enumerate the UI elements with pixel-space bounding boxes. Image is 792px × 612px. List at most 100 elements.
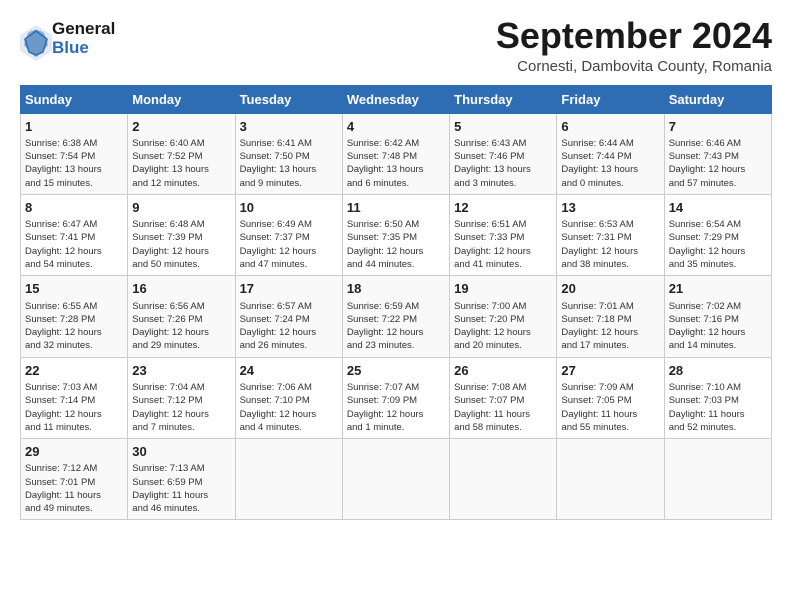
calendar-table: SundayMondayTuesdayWednesdayThursdayFrid… (20, 85, 772, 521)
calendar-cell: 22Sunrise: 7:03 AM Sunset: 7:14 PM Dayli… (21, 357, 128, 438)
calendar-cell: 12Sunrise: 6:51 AM Sunset: 7:33 PM Dayli… (450, 194, 557, 275)
calendar-cell: 9Sunrise: 6:48 AM Sunset: 7:39 PM Daylig… (128, 194, 235, 275)
day-number: 21 (669, 280, 767, 298)
day-number: 11 (347, 199, 445, 217)
calendar-cell: 19 Sunrise: 7:00 AM Sunset: 7:20 PM Dayli… (450, 276, 557, 357)
day-number: 13 (561, 199, 659, 217)
day-number: 8 (25, 199, 123, 217)
day-info: Sunrise: 7:13 AM Sunset: 6:59 PM Dayligh… (132, 462, 230, 515)
day-number: 16 (132, 280, 230, 298)
calendar-cell: 17Sunrise: 6:57 AM Sunset: 7:24 PM Dayli… (235, 276, 342, 357)
day-info: Sunrise: 6:41 AM Sunset: 7:50 PM Dayligh… (240, 137, 338, 190)
calendar-cell: 10Sunrise: 6:49 AM Sunset: 7:37 PM Dayli… (235, 194, 342, 275)
header-day-thursday: Thursday (450, 85, 557, 113)
day-number: 7 (669, 118, 767, 136)
calendar-cell: 3Sunrise: 6:41 AM Sunset: 7:50 PM Daylig… (235, 113, 342, 194)
day-number: 28 (669, 362, 767, 380)
calendar-cell: 21Sunrise: 7:02 AM Sunset: 7:16 PM Dayli… (664, 276, 771, 357)
header-row: SundayMondayTuesdayWednesdayThursdayFrid… (21, 85, 772, 113)
calendar-cell (235, 439, 342, 520)
day-number: 22 (25, 362, 123, 380)
logo-line1: General (52, 20, 115, 39)
calendar-cell: 8Sunrise: 6:47 AM Sunset: 7:41 PM Daylig… (21, 194, 128, 275)
day-number: 25 (347, 362, 445, 380)
calendar-cell: 16 Sunrise: 6:56 AM Sunset: 7:26 PM Dayli… (128, 276, 235, 357)
logo: General Blue (20, 20, 115, 57)
day-number: 10 (240, 199, 338, 217)
day-info: Sunrise: 7:07 AM Sunset: 7:09 PM Dayligh… (347, 381, 445, 434)
calendar-cell: 29Sunrise: 7:12 AM Sunset: 7:01 PM Dayli… (21, 439, 128, 520)
header-day-monday: Monday (128, 85, 235, 113)
day-info: Sunrise: 6:56 AM Sunset: 7:26 PM Dayligh… (132, 300, 230, 353)
day-number: 15 (25, 280, 123, 298)
day-number: 29 (25, 443, 123, 461)
day-info: Sunrise: 6:43 AM Sunset: 7:46 PM Dayligh… (454, 137, 552, 190)
day-info: Sunrise: 6:47 AM Sunset: 7:41 PM Dayligh… (25, 218, 123, 271)
calendar-cell: 7Sunrise: 6:46 AM Sunset: 7:43 PM Daylig… (664, 113, 771, 194)
day-info: Sunrise: 6:49 AM Sunset: 7:37 PM Dayligh… (240, 218, 338, 271)
day-info: Sunrise: 6:55 AM Sunset: 7:28 PM Dayligh… (25, 300, 123, 353)
title-area: September 2024 Cornesti, Dambovita Count… (496, 16, 772, 75)
calendar-cell: 15 Sunrise: 6:55 AM Sunset: 7:28 PM Dayli… (21, 276, 128, 357)
calendar-title: September 2024 (496, 16, 772, 56)
day-number: 5 (454, 118, 552, 136)
week-row-1: 1Sunrise: 6:38 AM Sunset: 7:54 PM Daylig… (21, 113, 772, 194)
day-number: 30 (132, 443, 230, 461)
logo-icon (20, 25, 48, 53)
day-number: 19 (454, 280, 552, 298)
calendar-cell: 26Sunrise: 7:08 AM Sunset: 7:07 PM Dayli… (450, 357, 557, 438)
header-day-saturday: Saturday (664, 85, 771, 113)
calendar-cell (557, 439, 664, 520)
header: General Blue September 2024 Cornesti, Da… (20, 16, 772, 75)
calendar-page: General Blue September 2024 Cornesti, Da… (0, 0, 792, 612)
calendar-cell: 5Sunrise: 6:43 AM Sunset: 7:46 PM Daylig… (450, 113, 557, 194)
day-info: Sunrise: 7:03 AM Sunset: 7:14 PM Dayligh… (25, 381, 123, 434)
header-day-friday: Friday (557, 85, 664, 113)
calendar-cell: 23Sunrise: 7:04 AM Sunset: 7:12 PM Dayli… (128, 357, 235, 438)
day-info: Sunrise: 7:09 AM Sunset: 7:05 PM Dayligh… (561, 381, 659, 434)
calendar-cell (342, 439, 449, 520)
day-number: 3 (240, 118, 338, 136)
calendar-cell: 6Sunrise: 6:44 AM Sunset: 7:44 PM Daylig… (557, 113, 664, 194)
calendar-cell: 4Sunrise: 6:42 AM Sunset: 7:48 PM Daylig… (342, 113, 449, 194)
day-number: 2 (132, 118, 230, 136)
calendar-cell: 25Sunrise: 7:07 AM Sunset: 7:09 PM Dayli… (342, 357, 449, 438)
day-number: 9 (132, 199, 230, 217)
day-info: Sunrise: 7:04 AM Sunset: 7:12 PM Dayligh… (132, 381, 230, 434)
day-number: 23 (132, 362, 230, 380)
day-info: Sunrise: 6:59 AM Sunset: 7:22 PM Dayligh… (347, 300, 445, 353)
day-info: Sunrise: 6:54 AM Sunset: 7:29 PM Dayligh… (669, 218, 767, 271)
day-info: Sunrise: 6:51 AM Sunset: 7:33 PM Dayligh… (454, 218, 552, 271)
calendar-cell: 14Sunrise: 6:54 AM Sunset: 7:29 PM Dayli… (664, 194, 771, 275)
day-number: 14 (669, 199, 767, 217)
week-row-4: 22Sunrise: 7:03 AM Sunset: 7:14 PM Dayli… (21, 357, 772, 438)
calendar-cell: 20Sunrise: 7:01 AM Sunset: 7:18 PM Dayli… (557, 276, 664, 357)
day-info: Sunrise: 6:38 AM Sunset: 7:54 PM Dayligh… (25, 137, 123, 190)
calendar-cell: 1Sunrise: 6:38 AM Sunset: 7:54 PM Daylig… (21, 113, 128, 194)
calendar-cell: 28Sunrise: 7:10 AM Sunset: 7:03 PM Dayli… (664, 357, 771, 438)
header-day-wednesday: Wednesday (342, 85, 449, 113)
day-info: Sunrise: 6:50 AM Sunset: 7:35 PM Dayligh… (347, 218, 445, 271)
calendar-subtitle: Cornesti, Dambovita County, Romania (496, 58, 772, 75)
day-number: 4 (347, 118, 445, 136)
day-info: Sunrise: 7:00 AM Sunset: 7:20 PM Dayligh… (454, 300, 552, 353)
header-day-tuesday: Tuesday (235, 85, 342, 113)
calendar-cell: 18Sunrise: 6:59 AM Sunset: 7:22 PM Dayli… (342, 276, 449, 357)
week-row-2: 8Sunrise: 6:47 AM Sunset: 7:41 PM Daylig… (21, 194, 772, 275)
day-number: 12 (454, 199, 552, 217)
day-number: 26 (454, 362, 552, 380)
day-number: 27 (561, 362, 659, 380)
logo-line2: Blue (52, 39, 115, 58)
week-row-5: 29Sunrise: 7:12 AM Sunset: 7:01 PM Dayli… (21, 439, 772, 520)
calendar-cell: 13Sunrise: 6:53 AM Sunset: 7:31 PM Dayli… (557, 194, 664, 275)
day-info: Sunrise: 7:06 AM Sunset: 7:10 PM Dayligh… (240, 381, 338, 434)
day-info: Sunrise: 7:12 AM Sunset: 7:01 PM Dayligh… (25, 462, 123, 515)
day-info: Sunrise: 6:57 AM Sunset: 7:24 PM Dayligh… (240, 300, 338, 353)
day-info: Sunrise: 6:48 AM Sunset: 7:39 PM Dayligh… (132, 218, 230, 271)
logo-wordmark: General Blue (52, 20, 115, 57)
calendar-cell: 11Sunrise: 6:50 AM Sunset: 7:35 PM Dayli… (342, 194, 449, 275)
calendar-cell (450, 439, 557, 520)
day-number: 1 (25, 118, 123, 136)
calendar-cell: 30Sunrise: 7:13 AM Sunset: 6:59 PM Dayli… (128, 439, 235, 520)
day-info: Sunrise: 6:40 AM Sunset: 7:52 PM Dayligh… (132, 137, 230, 190)
